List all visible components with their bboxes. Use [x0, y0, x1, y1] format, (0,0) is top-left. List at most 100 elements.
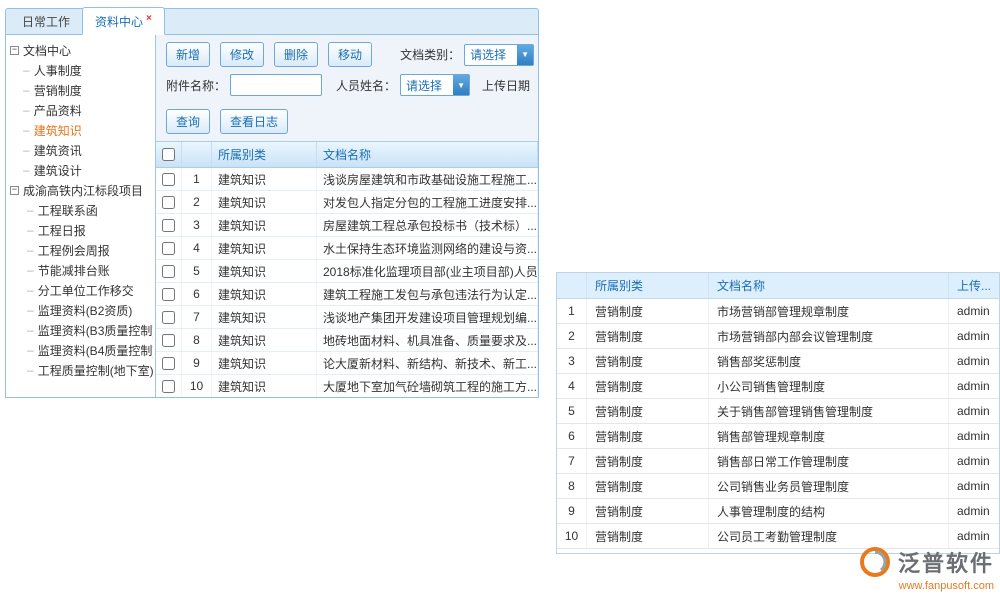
row-category: 建筑知识 — [212, 283, 317, 305]
table-row[interactable]: 1 建筑知识 浅谈房屋建筑和市政基础设施工程施工... — [156, 168, 538, 191]
add-button[interactable]: 新增 — [166, 42, 210, 67]
tree-item[interactable]: 工程例会周报 — [27, 240, 153, 260]
table-row[interactable]: 4 建筑知识 水土保持生态环境监测网络的建设与资... — [156, 237, 538, 260]
row-category: 营销制度 — [587, 324, 709, 348]
doc-category-label: 文档类别： — [400, 46, 460, 63]
tree-item[interactable]: 建筑知识 — [23, 120, 153, 140]
row-uploader: admin — [949, 349, 1000, 373]
tree-item[interactable]: 监理资料(B3质量控制) — [27, 320, 153, 340]
table-row[interactable]: 6 建筑知识 建筑工程施工发包与承包违法行为认定... — [156, 283, 538, 306]
brand-name: 泛普软件 — [898, 546, 994, 578]
tree-item-label: 营销制度 — [34, 82, 82, 99]
row-category: 建筑知识 — [212, 329, 317, 351]
modify-button[interactable]: 修改 — [220, 42, 264, 67]
table-row[interactable]: 8 建筑知识 地砖地面材料、机具准备、质量要求及... — [156, 329, 538, 352]
tree-item[interactable]: 监理资料(B2资质) — [27, 300, 153, 320]
table-row[interactable]: 10 建筑知识 大厦地下室加气砼墙砌筑工程的施工方... — [156, 375, 538, 397]
row-docname: 水土保持生态环境监测网络的建设与资... — [317, 237, 538, 259]
tree-branch-icon — [27, 343, 34, 357]
row-uploader: admin — [949, 449, 1000, 473]
person-name-label: 人员姓名： — [336, 77, 396, 94]
row-docname: 地砖地面材料、机具准备、质量要求及... — [317, 329, 538, 351]
header-category: 所属别类 — [212, 142, 317, 167]
table-row[interactable]: 5 营销制度 关于销售部管理销售管理制度 admin — [557, 399, 1000, 424]
tree-item[interactable]: 工程质量控制(地下室) — [27, 360, 153, 380]
select-all-checkbox[interactable] — [162, 148, 175, 161]
tree-item[interactable]: 营销制度 — [23, 80, 153, 100]
tree-item-label: 节能减排台账 — [38, 262, 110, 279]
table-row[interactable]: 7 建筑知识 浅谈地产集团开发建设项目管理规划编... — [156, 306, 538, 329]
row-checkbox[interactable] — [162, 242, 175, 255]
row-number: 1 — [557, 299, 587, 323]
row-category: 营销制度 — [587, 349, 709, 373]
collapse-icon[interactable] — [10, 186, 19, 195]
table-row[interactable]: 3 建筑知识 房屋建筑工程总承包投标书（技术标）... — [156, 214, 538, 237]
table-row[interactable]: 8 营销制度 公司销售业务员管理制度 admin — [557, 474, 1000, 499]
row-checkbox[interactable] — [162, 265, 175, 278]
tree-item[interactable]: 分工单位工作移交 — [27, 280, 153, 300]
row-checkbox[interactable] — [162, 288, 175, 301]
table-row[interactable]: 3 营销制度 销售部奖惩制度 admin — [557, 349, 1000, 374]
tree-branch-icon — [23, 143, 30, 157]
table-row[interactable]: 4 营销制度 小公司销售管理制度 admin — [557, 374, 1000, 399]
row-checkbox[interactable] — [162, 173, 175, 186]
row-number: 8 — [182, 329, 212, 351]
row-docname: 市场营销部管理规章制度 — [709, 299, 949, 323]
attachment-name-input[interactable] — [230, 74, 322, 96]
row-checkbox[interactable] — [162, 357, 175, 370]
window-body: 文档中心 人事制度 营销制度 产品资料 — [5, 34, 539, 398]
table-row[interactable]: 6 营销制度 销售部管理规章制度 admin — [557, 424, 1000, 449]
row-uploader: admin — [949, 399, 1000, 423]
table-row[interactable]: 2 建筑知识 对发包人指定分包的工程施工进度安排... — [156, 191, 538, 214]
tab-daily-work[interactable]: 日常工作 — [10, 8, 82, 34]
row-number: 7 — [557, 449, 587, 473]
table-row[interactable]: 5 建筑知识 2018标准化监理项目部(业主项目部)人员... — [156, 260, 538, 283]
row-number: 6 — [182, 283, 212, 305]
row-category: 营销制度 — [587, 374, 709, 398]
tree-group-label: 文档中心 — [23, 42, 71, 59]
tab-bar: 日常工作 资料中心× — [5, 8, 539, 34]
doc-category-select[interactable]: 请选择 — [464, 44, 534, 66]
tab-label: 资料中心 — [95, 15, 143, 29]
delete-button[interactable]: 删除 — [274, 42, 318, 67]
table-row[interactable]: 1 营销制度 市场营销部管理规章制度 admin — [557, 299, 1000, 324]
collapse-icon[interactable] — [10, 46, 19, 55]
tree-item[interactable]: 节能减排台账 — [27, 260, 153, 280]
person-name-select[interactable]: 请选择 — [400, 74, 470, 96]
table-row[interactable]: 9 建筑知识 论大厦新材料、新结构、新技术、新工... — [156, 352, 538, 375]
row-checkbox[interactable] — [162, 380, 175, 393]
tree-group-document-center[interactable]: 文档中心 — [10, 40, 153, 60]
tab-data-center[interactable]: 资料中心× — [82, 7, 165, 35]
row-checkbox[interactable] — [162, 334, 175, 347]
row-checkbox[interactable] — [162, 196, 175, 209]
row-category: 营销制度 — [587, 499, 709, 523]
row-docname: 建筑工程施工发包与承包违法行为认定... — [317, 283, 538, 305]
move-button[interactable]: 移动 — [328, 42, 372, 67]
tree-item-label: 工程日报 — [38, 222, 86, 239]
row-docname: 公司销售业务员管理制度 — [709, 474, 949, 498]
row-number: 4 — [182, 237, 212, 259]
tree-item-label: 建筑设计 — [34, 162, 82, 179]
table-body: 1 建筑知识 浅谈房屋建筑和市政基础设施工程施工... 2 建筑知识 对发包人指… — [156, 168, 538, 397]
row-number: 2 — [182, 191, 212, 213]
table-row[interactable]: 2 营销制度 市场营销部内部会议管理制度 admin — [557, 324, 1000, 349]
row-docname: 浅谈房屋建筑和市政基础设施工程施工... — [317, 168, 538, 190]
row-checkbox[interactable] — [162, 219, 175, 232]
table-row[interactable]: 9 营销制度 人事管理制度的结构 admin — [557, 499, 1000, 524]
tree-item[interactable]: 监理资料(B4质量控制) — [27, 340, 153, 360]
tree-item[interactable]: 工程联系函 — [27, 200, 153, 220]
tree-item[interactable]: 建筑资讯 — [23, 140, 153, 160]
tree-item[interactable]: 人事制度 — [23, 60, 153, 80]
row-checkbox[interactable] — [162, 311, 175, 324]
query-button[interactable]: 查询 — [166, 109, 210, 134]
row-uploader: admin — [949, 299, 1000, 323]
row-number: 2 — [557, 324, 587, 348]
tab-close-icon[interactable]: × — [146, 13, 152, 24]
tree-item[interactable]: 产品资料 — [23, 100, 153, 120]
view-log-button[interactable]: 查看日志 — [220, 109, 288, 134]
tree-group-project[interactable]: 成渝高铁内江标段项目 — [10, 180, 153, 200]
tree-item[interactable]: 建筑设计 — [23, 160, 153, 180]
table-row[interactable]: 7 营销制度 销售部日常工作管理制度 admin — [557, 449, 1000, 474]
tree-item[interactable]: 工程日报 — [27, 220, 153, 240]
row-uploader: admin — [949, 474, 1000, 498]
